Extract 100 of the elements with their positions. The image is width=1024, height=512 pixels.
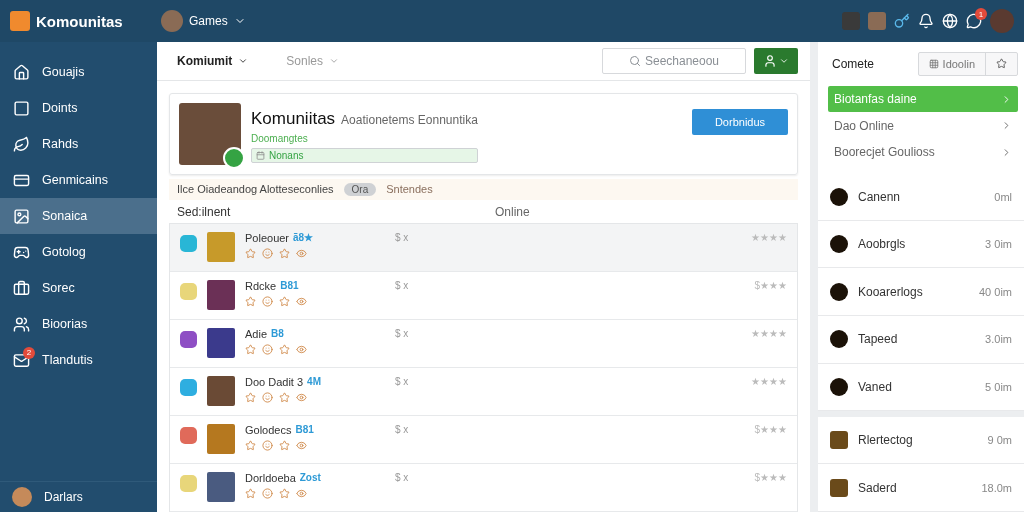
friend-avatar bbox=[830, 377, 848, 396]
games-menu[interactable]: Games bbox=[157, 10, 250, 32]
community-menu[interactable]: Komiumit bbox=[173, 53, 253, 68]
friend-row[interactable]: Aoobrgls 3 0im bbox=[818, 220, 1024, 269]
game-thumbnail bbox=[207, 472, 235, 502]
friend-row[interactable]: Kooarerlogs 40 0im bbox=[818, 268, 1024, 316]
friend-avatar bbox=[830, 187, 848, 206]
sidebar-icon bbox=[13, 63, 30, 81]
game-rating: $★★★ bbox=[754, 424, 787, 435]
star-icon bbox=[245, 296, 256, 307]
game-price: $ x bbox=[395, 280, 409, 291]
thumbnail-icon[interactable] bbox=[868, 12, 886, 30]
column-header: Sed:ilnent bbox=[177, 204, 232, 219]
calendar-icon bbox=[256, 150, 265, 160]
chat-icon[interactable] bbox=[966, 13, 982, 29]
sidebar-item[interactable]: Genmicains bbox=[0, 162, 157, 198]
sidebar-item[interactable]: Gotolog bbox=[0, 234, 157, 270]
star-icon bbox=[245, 488, 256, 499]
star-icon bbox=[279, 296, 290, 307]
smiley-icon bbox=[262, 488, 273, 499]
sidebar-icon bbox=[13, 351, 30, 369]
sidebar-item[interactable]: Sonaica bbox=[0, 198, 157, 234]
panel-menu-item[interactable]: Dao Online bbox=[828, 112, 1018, 139]
friend-avatar bbox=[830, 235, 848, 254]
game-rating: $★★★ bbox=[754, 280, 787, 291]
key-icon[interactable] bbox=[894, 13, 910, 29]
search-icon bbox=[628, 54, 641, 67]
notice-link[interactable]: Sntendes bbox=[386, 183, 433, 196]
star-icon bbox=[245, 440, 256, 451]
game-price: $ x bbox=[395, 424, 409, 435]
friend-row[interactable]: Rlertectog 9 0m bbox=[818, 416, 1024, 465]
eye-icon bbox=[296, 248, 307, 259]
game-name: Dorldoeba bbox=[245, 472, 296, 484]
sidebar-item[interactable]: Sorec bbox=[0, 270, 157, 306]
sidebar-icon bbox=[13, 279, 30, 297]
avatar-icon bbox=[12, 487, 32, 507]
logo-icon bbox=[10, 11, 30, 31]
friend-avatar bbox=[830, 282, 848, 301]
friend-avatar bbox=[830, 330, 848, 349]
game-price: $ x bbox=[395, 376, 409, 387]
game-row[interactable]: Poleouer ã8★ $ x ★★★★ bbox=[170, 224, 797, 272]
star-icon bbox=[279, 392, 290, 403]
game-thumbnail bbox=[207, 232, 235, 262]
game-thumbnail bbox=[207, 280, 235, 310]
panel-menu-item[interactable]: Boorecjet Goulioss bbox=[828, 139, 1018, 166]
sidebar-icon bbox=[13, 207, 30, 225]
game-tag: B8 bbox=[271, 328, 284, 340]
game-tag: 4M bbox=[307, 376, 321, 388]
smiley-icon bbox=[262, 392, 273, 403]
friend-row[interactable]: Saderd 18.0m bbox=[818, 464, 1024, 512]
game-price: $ x bbox=[395, 472, 409, 483]
game-name: Adie bbox=[245, 328, 268, 340]
smiley-icon bbox=[262, 344, 273, 355]
game-name: Rdcke bbox=[245, 280, 277, 292]
smiley-icon bbox=[262, 296, 273, 307]
game-tag: B81 bbox=[280, 280, 299, 292]
globe-icon[interactable] bbox=[942, 13, 958, 29]
sidebar-icon bbox=[13, 99, 30, 117]
sidebar-icon bbox=[13, 135, 30, 153]
grid-icon bbox=[928, 58, 939, 69]
profile-subtitle: Aoationetems Eonnuntika bbox=[341, 112, 478, 127]
game-thumbnail bbox=[207, 376, 235, 406]
smiley-icon bbox=[262, 440, 273, 451]
column-header: Online bbox=[495, 204, 530, 219]
count-badge: 2 bbox=[23, 346, 35, 359]
star-icon bbox=[279, 440, 290, 451]
sidebar-item[interactable]: Rahds bbox=[0, 126, 157, 162]
sidebar-item[interactable]: 2 Tlandutis bbox=[0, 342, 157, 378]
game-tag: B81 bbox=[295, 424, 314, 436]
friend-row[interactable]: Tapeed 3.0im bbox=[818, 315, 1024, 364]
game-tag: Zost bbox=[299, 472, 321, 484]
sidebar-item[interactable]: Doints bbox=[0, 90, 157, 126]
game-rating: ★★★★ bbox=[751, 328, 787, 339]
game-rating: $★★★ bbox=[754, 472, 787, 483]
game-thumbnail bbox=[207, 328, 235, 358]
profile-tag: Nonans bbox=[251, 147, 478, 163]
eye-icon bbox=[296, 296, 307, 307]
eye-icon bbox=[296, 392, 307, 403]
eye-icon bbox=[296, 488, 307, 499]
sidebar-item[interactable]: Bioorias bbox=[0, 306, 157, 342]
sidebar-footer[interactable]: Darlars bbox=[0, 481, 157, 512]
friend-avatar bbox=[830, 478, 848, 497]
friend-row[interactable]: Canenn 0ml bbox=[818, 173, 1024, 221]
sidebar-item[interactable]: Gouajis bbox=[0, 54, 157, 90]
notice-text: Ilce Oiadeandog Alotteseconlies bbox=[177, 183, 334, 196]
thumbnail-icon[interactable] bbox=[842, 12, 860, 30]
star-icon bbox=[279, 488, 290, 499]
eye-icon bbox=[296, 344, 307, 355]
app-logo: Komounitas bbox=[36, 12, 123, 30]
star-icon bbox=[279, 248, 290, 259]
star-icon bbox=[245, 248, 256, 259]
panel-title: Comete bbox=[832, 56, 875, 71]
user-menu-button[interactable] bbox=[754, 47, 798, 74]
eye-icon bbox=[296, 440, 307, 451]
friend-avatar bbox=[830, 431, 848, 450]
user-icon bbox=[763, 53, 777, 68]
game-tag: ã8★ bbox=[293, 232, 314, 244]
game-price: $ x bbox=[395, 232, 409, 243]
game-price: $ x bbox=[395, 328, 409, 339]
bell-icon[interactable] bbox=[918, 13, 934, 29]
